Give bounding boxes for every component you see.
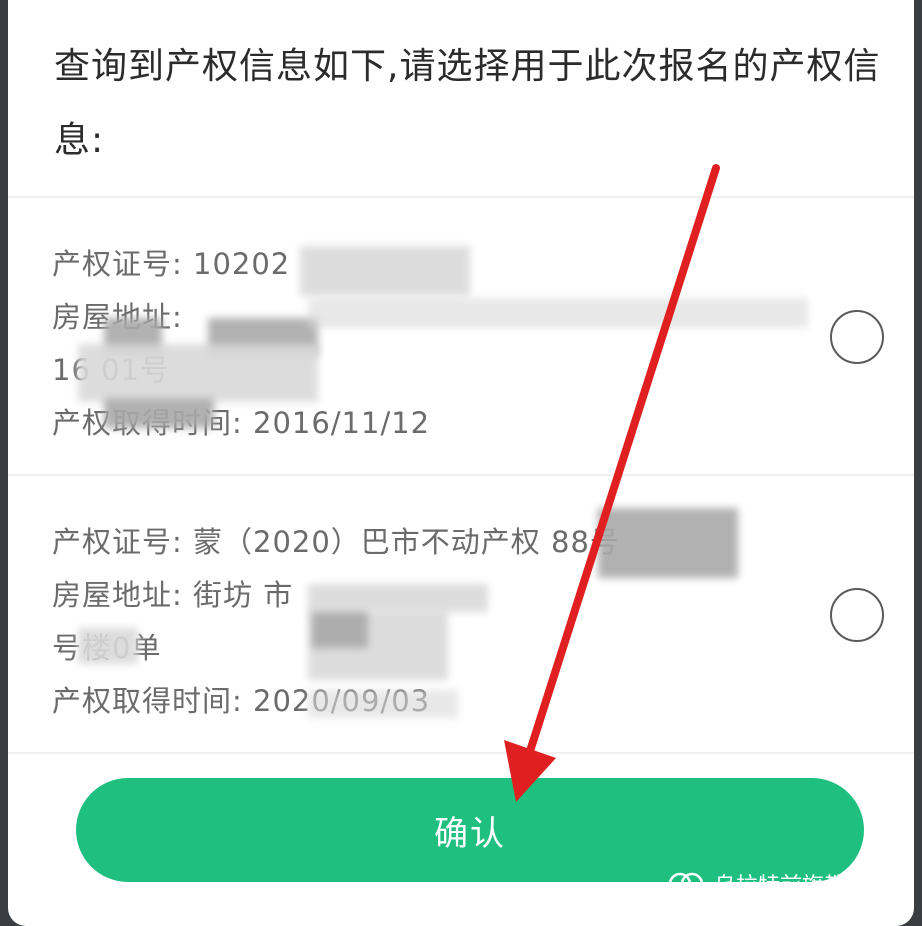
dialog-prompt: 查询到产权信息如下,请选择用于此次报名的产权信息: [54,46,881,161]
record-2-radio[interactable] [830,588,884,642]
redaction-blur [78,344,318,402]
redaction-blur [78,628,138,664]
redaction-blur [300,246,470,296]
redaction-blur [308,584,488,612]
property-selection-dialog: 查询到产权信息如下,请选择用于此次报名的产权信息: 产权证号: 10202 房屋… [8,0,914,926]
redaction-blur [308,298,808,328]
divider [8,752,914,754]
watermark: 乌拉特前旗教育局 [668,862,890,906]
watermark-text: 乌拉特前旗教育局 [714,874,891,899]
redaction-blur [308,690,458,718]
wechat-official-account-icon [668,870,704,898]
redaction-blur [598,508,738,578]
redaction-blur [312,612,368,648]
record-1-radio[interactable] [830,310,884,364]
divider [8,474,914,476]
redaction-blur [104,398,214,428]
divider [8,196,914,198]
